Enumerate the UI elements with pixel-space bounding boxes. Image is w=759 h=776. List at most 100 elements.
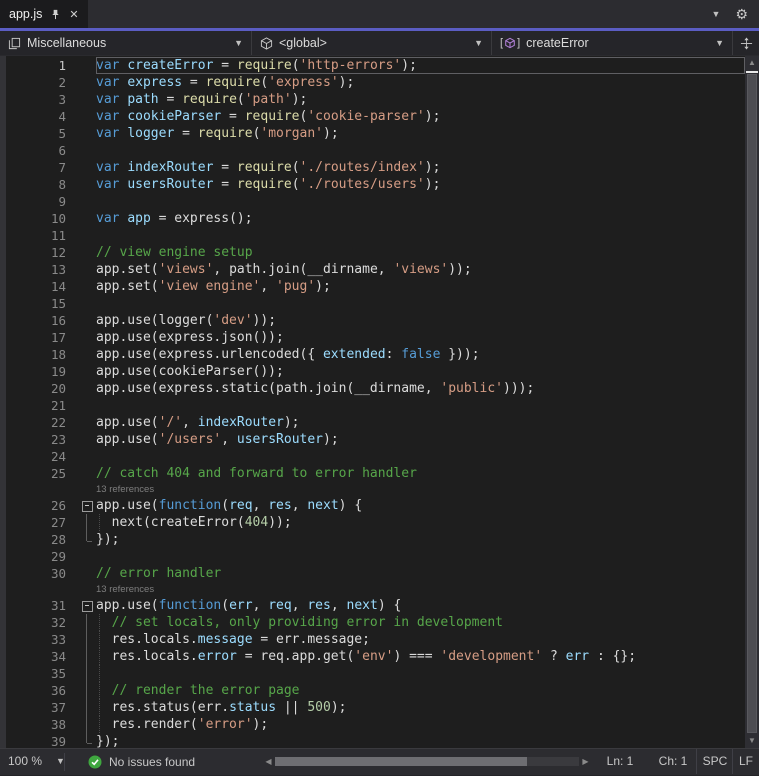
- line-number[interactable]: 28: [0, 531, 80, 548]
- code-text[interactable]: // view engine setup: [96, 244, 745, 261]
- code-text[interactable]: res.locals.message = err.message;: [96, 631, 745, 648]
- issues-indicator[interactable]: No issues found: [88, 749, 195, 774]
- line-number[interactable]: 11: [0, 227, 80, 244]
- line-number[interactable]: 32: [0, 614, 80, 631]
- code-text[interactable]: var app = express();: [96, 210, 745, 227]
- line-number[interactable]: 35: [0, 665, 80, 682]
- line-number[interactable]: 39: [0, 733, 80, 748]
- code-text[interactable]: app.use('/users', usersRouter);: [96, 431, 745, 448]
- scope-dropdown[interactable]: <global> ▼: [252, 31, 492, 55]
- scroll-down-arrow-icon[interactable]: ▼: [745, 734, 759, 748]
- code-text[interactable]: next(createError(404));: [96, 514, 745, 531]
- code-text[interactable]: var indexRouter = require('./routes/inde…: [96, 159, 745, 176]
- line-number[interactable]: 9: [0, 193, 80, 210]
- fold-collapse-icon[interactable]: [80, 597, 96, 614]
- code-text[interactable]: app.use(logger('dev'));: [96, 312, 745, 329]
- gear-icon[interactable]: ⚙: [735, 6, 748, 23]
- code-text[interactable]: var createError = require('http-errors')…: [96, 57, 745, 74]
- horizontal-scrollbar-thumb[interactable]: [275, 757, 527, 766]
- horizontal-scrollbar[interactable]: ◀ ▶: [262, 755, 592, 768]
- code-text[interactable]: app.use(express.static(path.join(__dirna…: [96, 380, 745, 397]
- fold-collapse-icon[interactable]: [80, 497, 96, 514]
- scroll-right-arrow-icon[interactable]: ▶: [579, 757, 592, 766]
- code-text[interactable]: // catch 404 and forward to error handle…: [96, 465, 745, 482]
- code-text[interactable]: app.set('view engine', 'pug');: [96, 278, 745, 295]
- code-text[interactable]: [96, 193, 745, 210]
- codelens-references-link[interactable]: 13 references: [96, 482, 745, 497]
- line-number[interactable]: 34: [0, 648, 80, 665]
- line-number[interactable]: 25: [0, 465, 80, 482]
- code-text[interactable]: // set locals, only providing error in d…: [96, 614, 745, 631]
- line-indicator[interactable]: Ln: 1: [595, 749, 645, 774]
- code-editor[interactable]: 1 var createError = require('http-errors'…: [0, 56, 759, 748]
- line-number[interactable]: 31: [0, 597, 80, 614]
- chevron-down-icon[interactable]: ▼: [712, 9, 721, 19]
- code-text[interactable]: res.locals.error = req.app.get('env') ==…: [96, 648, 745, 665]
- spaces-indicator[interactable]: SPC: [696, 749, 733, 774]
- code-text[interactable]: var usersRouter = require('./routes/user…: [96, 176, 745, 193]
- code-text[interactable]: [96, 448, 745, 465]
- code-text[interactable]: app.use(function(err, req, res, next) {: [96, 597, 745, 614]
- code-text[interactable]: [96, 142, 745, 159]
- vertical-scrollbar[interactable]: ▲ ▼: [745, 56, 759, 748]
- line-number[interactable]: 8: [0, 176, 80, 193]
- tab-appjs[interactable]: app.js ✕: [0, 0, 88, 28]
- line-number[interactable]: 36: [0, 682, 80, 699]
- line-number[interactable]: 14: [0, 278, 80, 295]
- line-number[interactable]: 7: [0, 159, 80, 176]
- line-number[interactable]: 16: [0, 312, 80, 329]
- code-text[interactable]: [96, 665, 745, 682]
- code-text[interactable]: res.render('error');: [96, 716, 745, 733]
- code-text[interactable]: var logger = require('morgan');: [96, 125, 745, 142]
- zoom-selector[interactable]: 100 % ▼: [8, 749, 65, 774]
- line-number[interactable]: 22: [0, 414, 80, 431]
- code-text[interactable]: var path = require('path');: [96, 91, 745, 108]
- code-text[interactable]: res.status(err.status || 500);: [96, 699, 745, 716]
- code-text[interactable]: [96, 227, 745, 244]
- vertical-scrollbar-thumb[interactable]: [747, 74, 757, 733]
- project-dropdown[interactable]: Miscellaneous ▼: [0, 31, 252, 55]
- code-text[interactable]: var express = require('express');: [96, 74, 745, 91]
- line-number[interactable]: 23: [0, 431, 80, 448]
- close-icon[interactable]: ✕: [69, 8, 78, 21]
- code-text[interactable]: var cookieParser = require('cookie-parse…: [96, 108, 745, 125]
- line-number[interactable]: 6: [0, 142, 80, 159]
- line-number[interactable]: 38: [0, 716, 80, 733]
- line-number[interactable]: 12: [0, 244, 80, 261]
- split-window-button[interactable]: [733, 31, 759, 55]
- code-text[interactable]: app.use(cookieParser());: [96, 363, 745, 380]
- line-number[interactable]: 21: [0, 397, 80, 414]
- eol-indicator[interactable]: LF: [732, 749, 759, 774]
- line-number[interactable]: 17: [0, 329, 80, 346]
- codelens-references-link[interactable]: 13 references: [96, 582, 745, 597]
- line-number[interactable]: 4: [0, 108, 80, 125]
- code-text[interactable]: // error handler: [96, 565, 745, 582]
- column-indicator[interactable]: Ch: 1: [649, 749, 697, 774]
- member-dropdown[interactable]: [ ] createError ▼: [492, 31, 733, 55]
- line-number[interactable]: 37: [0, 699, 80, 716]
- line-number[interactable]: 15: [0, 295, 80, 312]
- code-text[interactable]: });: [96, 733, 745, 748]
- code-text[interactable]: // render the error page: [96, 682, 745, 699]
- line-number[interactable]: 26: [0, 497, 80, 514]
- code-text[interactable]: app.use(function(req, res, next) {: [96, 497, 745, 514]
- scroll-left-arrow-icon[interactable]: ◀: [262, 757, 275, 766]
- code-text[interactable]: app.use(express.json());: [96, 329, 745, 346]
- code-text[interactable]: app.use('/', indexRouter);: [96, 414, 745, 431]
- code-text[interactable]: app.use(express.urlencoded({ extended: f…: [96, 346, 745, 363]
- line-number[interactable]: 29: [0, 548, 80, 565]
- line-number[interactable]: 20: [0, 380, 80, 397]
- line-number[interactable]: 13: [0, 261, 80, 278]
- line-number[interactable]: 1: [0, 57, 80, 74]
- line-number[interactable]: 18: [0, 346, 80, 363]
- code-text[interactable]: app.set('views', path.join(__dirname, 'v…: [96, 261, 745, 278]
- line-number[interactable]: 33: [0, 631, 80, 648]
- line-number[interactable]: 30: [0, 565, 80, 582]
- horizontal-scrollbar-track[interactable]: [275, 757, 579, 766]
- line-number[interactable]: 5: [0, 125, 80, 142]
- line-number[interactable]: 24: [0, 448, 80, 465]
- line-number[interactable]: 19: [0, 363, 80, 380]
- code-text[interactable]: });: [96, 531, 745, 548]
- line-number[interactable]: 27: [0, 514, 80, 531]
- line-number[interactable]: 10: [0, 210, 80, 227]
